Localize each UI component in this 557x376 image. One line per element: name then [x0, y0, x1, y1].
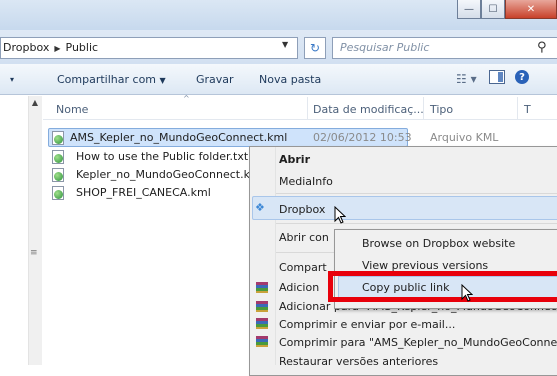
new-folder-button[interactable]: Nova pasta: [259, 73, 321, 86]
preview-pane-icon[interactable]: [489, 70, 505, 84]
breadcrumb-public[interactable]: Public: [66, 41, 99, 54]
file-name: How to use the Public folder.txt: [76, 150, 249, 163]
kml-file-icon: [52, 168, 65, 182]
mouse-cursor-icon: [334, 206, 346, 224]
list-item[interactable]: How to use the Public folder.txt: [48, 148, 248, 166]
mouse-cursor-icon: [461, 284, 473, 302]
column-divider[interactable]: [517, 97, 518, 119]
view-options-icon[interactable]: ☷ ▾: [456, 72, 477, 86]
column-size[interactable]: T: [524, 103, 531, 116]
menu-item-mediainfo[interactable]: MediaInfo: [279, 175, 333, 188]
menu-item-restaurar[interactable]: Restaurar versões anteriores: [279, 355, 438, 368]
kml-file-icon: [52, 186, 65, 200]
winrar-icon: [256, 318, 268, 329]
column-divider[interactable]: [307, 97, 308, 119]
submenu-item-browse[interactable]: Browse on Dropbox website: [362, 237, 515, 250]
file-type: Arquivo KML: [430, 131, 499, 144]
refresh-button[interactable]: ↻: [304, 37, 326, 59]
menu-item-abrir[interactable]: Abrir: [279, 153, 310, 166]
menu-item-comprimir-para[interactable]: Comprimir para "AMS_Kepler_no_MundoGeoCo…: [279, 336, 557, 349]
organize-dropdown-icon[interactable]: ▾: [10, 75, 14, 84]
nav-scrollbar[interactable]: [28, 96, 42, 365]
menu-item-abrir-com[interactable]: Abrir con: [279, 231, 329, 244]
file-modified: 02/06/2012 10:53: [313, 131, 412, 144]
breadcrumb-dropbox[interactable]: Dropbox: [3, 41, 49, 54]
menu-gutter: [275, 147, 276, 365]
column-divider[interactable]: [423, 97, 424, 119]
refresh-icon: ↻: [309, 41, 321, 55]
winrar-icon: [256, 282, 268, 293]
chevron-down-icon: ▼: [159, 76, 166, 85]
kml-file-icon: [52, 131, 65, 145]
scroll-grip-icon[interactable]: ≡: [30, 248, 38, 258]
dropbox-icon: ❖: [255, 201, 265, 214]
text-file-icon: [52, 150, 65, 164]
menu-item-dropbox[interactable]: Dropbox: [279, 203, 325, 216]
column-header: [43, 96, 557, 120]
list-item[interactable]: SHOP_FREI_CANECA.kml: [48, 184, 248, 202]
menu-item-adicionar-arquivo[interactable]: Adicion: [279, 281, 319, 294]
file-name: SHOP_FREI_CANECA.kml: [76, 186, 211, 199]
annotation-highlight-box: [328, 271, 557, 302]
sort-ascending-icon: ^: [183, 94, 190, 103]
breadcrumb-separator-icon[interactable]: ▶: [54, 44, 60, 53]
help-icon[interactable]: ?: [515, 70, 529, 84]
file-name: AMS_Kepler_no_MundoGeoConnect.kml: [70, 131, 288, 144]
breadcrumb: Dropbox ▶ Public: [3, 41, 98, 54]
search-icon[interactable]: ⚲: [537, 40, 547, 55]
winrar-icon: [256, 301, 268, 312]
column-modified[interactable]: Data de modificaç...: [313, 103, 424, 116]
menu-item-compartilhar[interactable]: Compart: [279, 261, 327, 274]
column-type[interactable]: Tipo: [430, 103, 453, 116]
file-name: Kepler_no_MundoGeoConnect.kml: [76, 168, 264, 181]
share-button[interactable]: Compartilhar com ▼: [57, 73, 166, 86]
maximize-button[interactable]: ☐: [481, 0, 505, 19]
minimize-button[interactable]: —: [457, 0, 481, 19]
menu-separator: [276, 223, 557, 224]
burn-button[interactable]: Gravar: [196, 73, 234, 86]
menu-item-comprimir-email[interactable]: Comprimir e enviar por e-mail...: [279, 318, 455, 331]
share-label: Compartilhar com: [57, 73, 157, 86]
list-item[interactable]: Kepler_no_MundoGeoConnect.kml: [48, 166, 264, 184]
search-placeholder: Pesquisar Public: [340, 41, 430, 54]
address-dropdown-icon[interactable]: ▼: [282, 40, 288, 49]
column-name[interactable]: Nome: [56, 103, 88, 116]
menu-separator: [276, 193, 557, 194]
scroll-up-icon[interactable]: ▲: [29, 98, 41, 112]
winrar-icon: [256, 336, 268, 347]
close-button[interactable]: ✕: [505, 0, 557, 19]
